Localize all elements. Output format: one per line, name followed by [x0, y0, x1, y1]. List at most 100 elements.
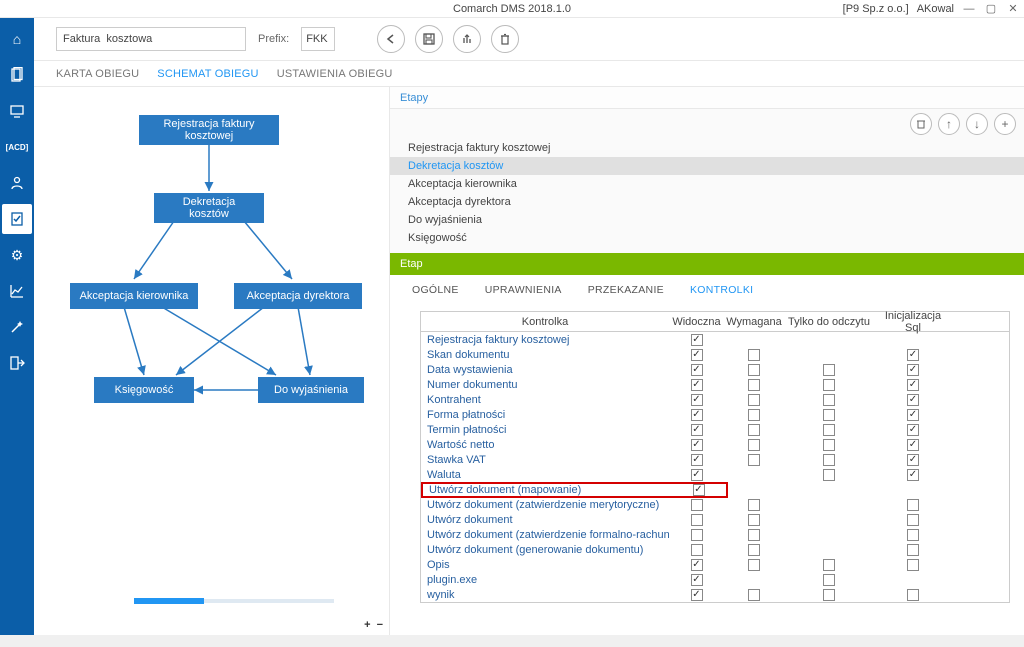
checkbox[interactable]: ✓	[748, 439, 760, 451]
checkbox[interactable]: ✓	[691, 544, 703, 556]
tab-schema[interactable]: SCHEMAT OBIEGU	[157, 68, 258, 80]
checkbox[interactable]: ✓	[823, 439, 835, 451]
checkbox[interactable]: ✓	[907, 349, 919, 361]
stage-item[interactable]: Dekretacja kosztów	[390, 157, 1024, 175]
checkbox[interactable]: ✓	[748, 394, 760, 406]
checkbox[interactable]: ✓	[907, 544, 919, 556]
etap-tab-general[interactable]: OGÓLNE	[412, 284, 459, 296]
checkbox[interactable]: ✓	[907, 394, 919, 406]
checkbox[interactable]: ✓	[907, 529, 919, 541]
nav-documents-icon[interactable]	[2, 60, 32, 90]
checkbox[interactable]: ✓	[691, 454, 703, 466]
control-name[interactable]: Rejestracja faktury kosztowej	[421, 334, 669, 346]
checkbox[interactable]: ✓	[691, 424, 703, 436]
control-name[interactable]: Forma płatności	[421, 409, 669, 421]
checkbox[interactable]: ✓	[907, 589, 919, 601]
control-name[interactable]: Utwórz dokument (generowanie dokumentu)	[421, 544, 669, 556]
checkbox[interactable]: ✓	[691, 499, 703, 511]
checkbox[interactable]: ✓	[823, 469, 835, 481]
checkbox[interactable]: ✓	[823, 589, 835, 601]
control-name[interactable]: wynik	[421, 589, 669, 601]
stage-down-button[interactable]: ↓	[966, 113, 988, 135]
checkbox[interactable]: ✓	[691, 364, 703, 376]
delete-button[interactable]	[491, 25, 519, 53]
nav-exit-icon[interactable]	[2, 348, 32, 378]
stage-item[interactable]: Akceptacja dyrektora	[390, 193, 1024, 211]
nav-computer-icon[interactable]	[2, 96, 32, 126]
checkbox[interactable]: ✓	[691, 514, 703, 526]
nav-workflow-icon[interactable]	[2, 204, 32, 234]
prefix-input[interactable]	[301, 27, 335, 51]
control-name[interactable]: Opis	[421, 559, 669, 571]
checkbox[interactable]: ✓	[748, 559, 760, 571]
checkbox[interactable]: ✓	[907, 379, 919, 391]
checkbox[interactable]: ✓	[907, 469, 919, 481]
checkbox[interactable]: ✓	[691, 439, 703, 451]
control-name[interactable]: Utwórz dokument	[421, 514, 669, 526]
checkbox[interactable]: ✓	[691, 409, 703, 421]
tab-card[interactable]: KARTA OBIEGU	[56, 68, 139, 80]
checkbox[interactable]: ✓	[748, 409, 760, 421]
node-akceptacja-kierownika[interactable]: Akceptacja kierownika	[70, 283, 198, 309]
checkbox[interactable]: ✓	[823, 394, 835, 406]
nav-wand-icon[interactable]	[2, 312, 32, 342]
checkbox[interactable]: ✓	[907, 439, 919, 451]
nav-reports-icon[interactable]	[2, 276, 32, 306]
etap-tab-controls[interactable]: KONTROLKI	[690, 284, 753, 296]
control-name[interactable]: Utwórz dokument (zatwierdzenie formalno-…	[421, 529, 669, 541]
stage-item[interactable]: Rejestracja faktury kosztowej	[390, 139, 1024, 157]
node-rejestracja[interactable]: Rejestracja faktury kosztowej	[139, 115, 279, 145]
checkbox[interactable]: ✓	[748, 364, 760, 376]
checkbox[interactable]: ✓	[823, 559, 835, 571]
checkbox[interactable]: ✓	[691, 394, 703, 406]
checkbox[interactable]: ✓	[691, 589, 703, 601]
nav-home-icon[interactable]: ⌂	[2, 24, 32, 54]
checkbox[interactable]: ✓	[823, 424, 835, 436]
checkbox[interactable]: ✓	[748, 529, 760, 541]
control-name[interactable]: Skan dokumentu	[421, 349, 669, 361]
maximize-button[interactable]: ▢	[984, 2, 998, 16]
checkbox[interactable]: ✓	[691, 469, 703, 481]
checkbox[interactable]: ✓	[907, 559, 919, 571]
checkbox[interactable]: ✓	[691, 349, 703, 361]
control-name[interactable]: Stawka VAT	[421, 454, 669, 466]
zoom-in-button[interactable]: +	[364, 619, 370, 631]
control-name[interactable]: Kontrahent	[421, 394, 669, 406]
control-name[interactable]: Wartość netto	[421, 439, 669, 451]
checkbox[interactable]: ✓	[693, 484, 705, 496]
checkbox[interactable]: ✓	[691, 379, 703, 391]
nav-settings-icon[interactable]: ⚙	[2, 240, 32, 270]
checkbox[interactable]: ✓	[907, 499, 919, 511]
close-button[interactable]: ✕	[1006, 2, 1020, 16]
checkbox[interactable]: ✓	[691, 574, 703, 586]
tab-settings[interactable]: USTAWIENIA OBIEGU	[277, 68, 393, 80]
export-button[interactable]	[453, 25, 481, 53]
stage-add-button[interactable]: +	[994, 113, 1016, 135]
control-name[interactable]: Utwórz dokument (zatwierdzenie merytoryc…	[421, 499, 669, 511]
checkbox[interactable]: ✓	[691, 334, 703, 346]
node-do-wyjasnienia[interactable]: Do wyjaśnienia	[258, 377, 364, 403]
node-dekretacja[interactable]: Dekretacja kosztów	[154, 193, 264, 223]
control-name[interactable]: Termin płatności	[421, 424, 669, 436]
checkbox[interactable]: ✓	[907, 454, 919, 466]
save-button[interactable]	[415, 25, 443, 53]
workflow-scroll-thumb[interactable]	[134, 598, 204, 604]
checkbox[interactable]: ✓	[823, 574, 835, 586]
checkbox[interactable]: ✓	[823, 379, 835, 391]
zoom-out-button[interactable]: −	[377, 619, 383, 631]
back-button[interactable]	[377, 25, 405, 53]
workflow-name-input[interactable]	[56, 27, 246, 51]
control-name[interactable]: Data wystawienia	[421, 364, 669, 376]
control-name[interactable]: plugin.exe	[421, 574, 669, 586]
checkbox[interactable]: ✓	[907, 424, 919, 436]
stage-item[interactable]: Księgowość	[390, 229, 1024, 247]
checkbox[interactable]: ✓	[748, 589, 760, 601]
control-name[interactable]: Numer dokumentu	[421, 379, 669, 391]
etap-tab-transfer[interactable]: PRZEKAZANIE	[588, 284, 664, 296]
checkbox[interactable]: ✓	[907, 409, 919, 421]
workflow-scroll-track[interactable]	[134, 599, 334, 603]
checkbox[interactable]: ✓	[748, 379, 760, 391]
stage-up-button[interactable]: ↑	[938, 113, 960, 135]
node-ksiegowosc[interactable]: Księgowość	[94, 377, 194, 403]
nav-users-icon[interactable]	[2, 168, 32, 198]
